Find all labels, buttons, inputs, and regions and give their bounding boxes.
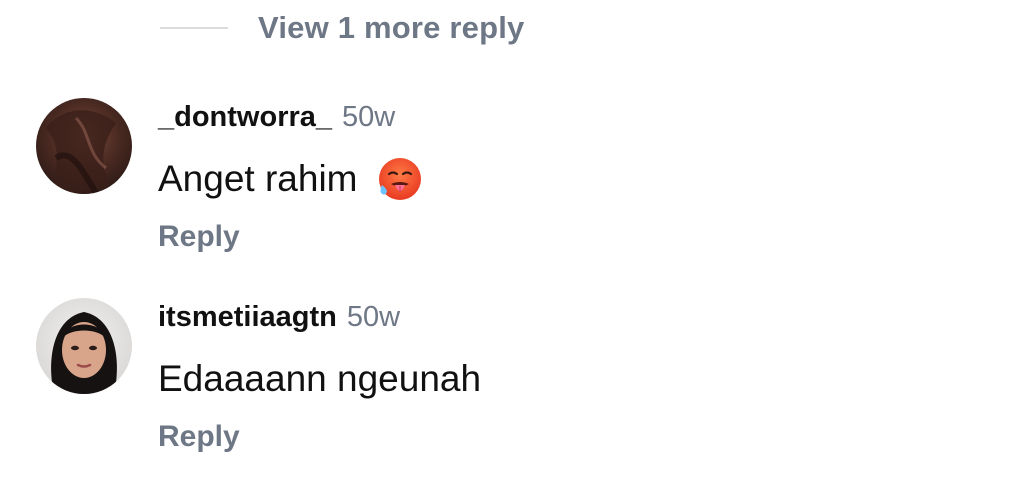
avatar[interactable] xyxy=(36,298,132,394)
comment-meta: _dontworra_ 50w xyxy=(158,92,1002,142)
comment-item: _dontworra_ 50w Anget rahim Reply xyxy=(0,92,1022,282)
comment-timestamp: 50w xyxy=(346,300,401,333)
comment-item: itsmetiiaagtn 50w Edaaaann ngeunah Reply xyxy=(0,292,1022,482)
comment-text-content: Anget rahim xyxy=(158,158,358,199)
comment-meta: itsmetiiaagtn 50w xyxy=(158,292,1002,342)
comment-username[interactable]: itsmetiiaagtn xyxy=(158,301,337,334)
comment-body: _dontworra_ 50w Anget rahim Reply xyxy=(158,92,1002,254)
comment-body: itsmetiiaagtn 50w Edaaaann ngeunah Reply xyxy=(158,292,1002,454)
comment-text-content: Edaaaann ngeunah xyxy=(158,358,482,399)
comment-text: Edaaaann ngeunah xyxy=(158,352,1002,406)
thread-divider-line xyxy=(160,27,228,29)
comment-text: Anget rahim xyxy=(158,152,1002,206)
comment-username[interactable]: _dontworra_ xyxy=(158,101,332,134)
view-more-replies-label[interactable]: View 1 more reply xyxy=(258,10,524,46)
avatar[interactable] xyxy=(36,98,132,194)
reply-button[interactable]: Reply xyxy=(158,220,240,254)
comment-timestamp: 50w xyxy=(342,100,396,133)
view-more-replies[interactable]: View 1 more reply xyxy=(160,8,524,48)
hot-face-emoji-icon xyxy=(376,155,424,203)
reply-button[interactable]: Reply xyxy=(158,420,240,454)
